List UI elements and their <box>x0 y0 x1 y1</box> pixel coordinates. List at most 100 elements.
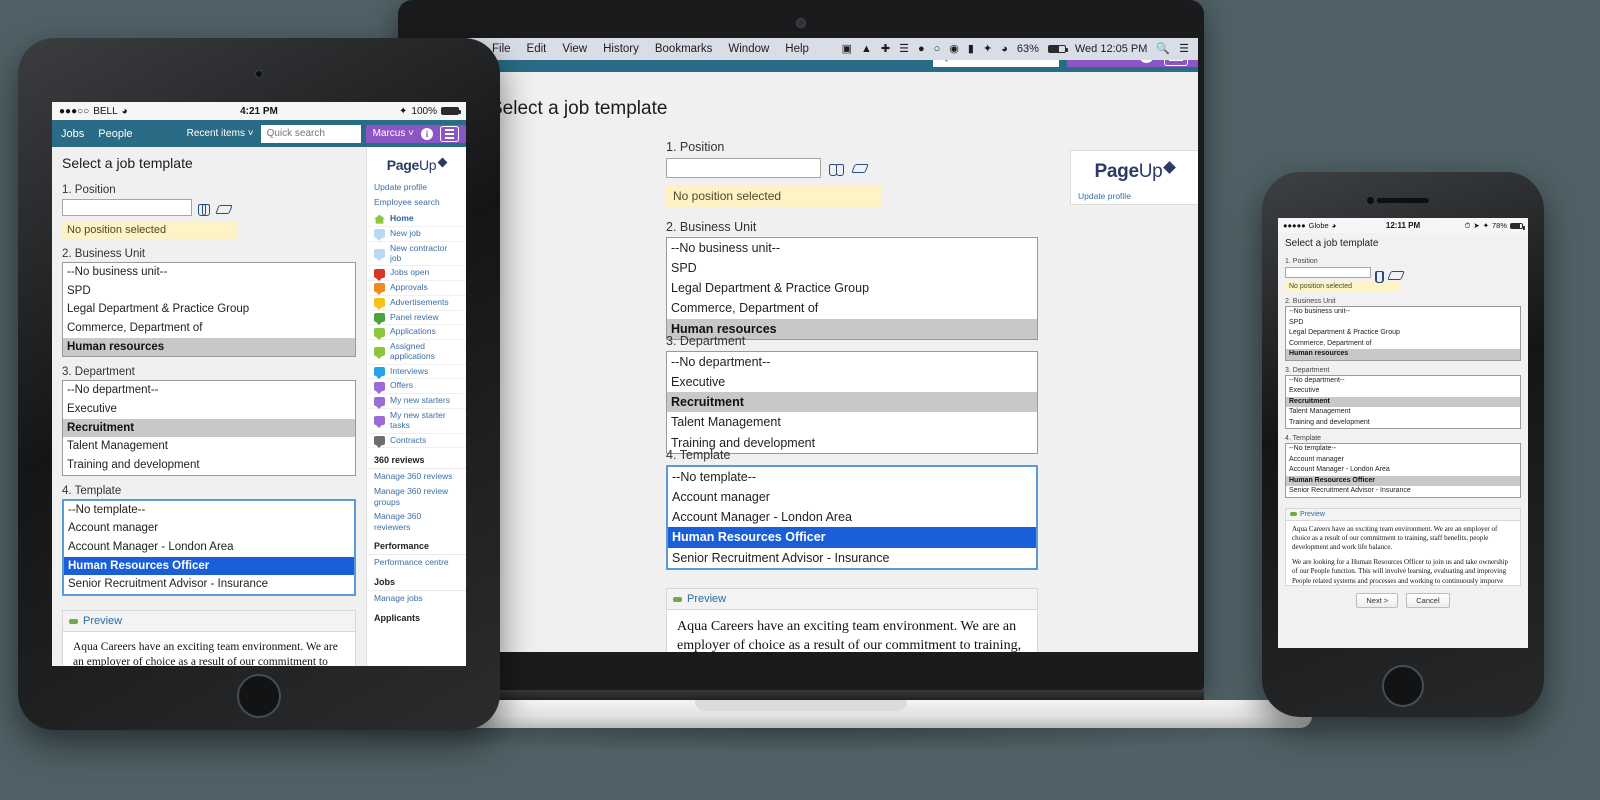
collapse-minus-icon[interactable] <box>673 596 682 602</box>
user-menu[interactable]: Marcus ˅ <box>373 128 414 139</box>
list-item[interactable]: Training and development <box>1286 418 1520 429</box>
timemachine-icon[interactable]: ○ <box>934 43 941 55</box>
sidebar-link-manage-jobs[interactable]: Manage jobs <box>367 591 466 606</box>
template-listbox[interactable]: --No template-- Account manager Account … <box>62 498 356 597</box>
list-item[interactable]: Senior Recruitment Advisor - Insurance <box>64 575 354 594</box>
search-icon[interactable]: 🔍 <box>1156 43 1170 55</box>
menu-window[interactable]: Window <box>728 43 769 55</box>
binoculars-search-icon[interactable] <box>829 162 844 176</box>
list-item[interactable]: Account Manager - London Area <box>668 507 1036 527</box>
list-item[interactable]: Account manager <box>1286 455 1520 466</box>
list-item-selected[interactable]: Recruitment <box>1286 396 1520 407</box>
list-item[interactable]: Legal Department & Practice Group <box>1286 328 1520 339</box>
list-item[interactable]: --No business unit-- <box>667 238 1037 258</box>
sidebar-item-new-contractor-job[interactable]: New contractor job <box>367 242 466 267</box>
business-unit-listbox[interactable]: --No business unit-- SPD Legal Departmen… <box>666 237 1038 340</box>
eraser-clear-icon[interactable] <box>216 203 227 213</box>
list-item[interactable]: Legal Department & Practice Group <box>667 278 1037 298</box>
list-item[interactable]: --No template-- <box>1286 444 1520 455</box>
preview-header[interactable]: Preview <box>1285 507 1521 520</box>
preview-header[interactable]: Preview <box>62 610 356 632</box>
collapse-minus-icon[interactable] <box>69 618 78 624</box>
list-item[interactable]: --No department-- <box>1286 376 1520 387</box>
list-item[interactable]: Account Manager - London Area <box>1286 465 1520 476</box>
list-item-selected[interactable]: Human Resources Officer <box>668 527 1036 548</box>
health-icon[interactable]: ✚ <box>881 43 890 55</box>
sidebar-item-applications[interactable]: Applications <box>367 325 466 341</box>
sync-icon[interactable]: ● <box>918 43 925 55</box>
bluetooth-icon[interactable]: ✦ <box>983 43 992 55</box>
list-item[interactable]: SPD <box>667 258 1037 278</box>
list-item[interactable]: Legal Department & Practice Group <box>63 300 355 319</box>
list-item[interactable]: SPD <box>1286 318 1520 329</box>
business-unit-listbox[interactable]: --No business unit-- SPD Legal Departmen… <box>62 262 356 358</box>
sidebar-item-assigned-applications[interactable]: Assigned applications <box>367 340 466 365</box>
list-item[interactable]: Senior Recruitment Advisor - Insurance <box>1286 486 1520 497</box>
sidebar-item-my-new-starters[interactable]: My new starters <box>367 394 466 409</box>
sidebar-item-advertisements[interactable]: Advertisements <box>367 296 466 311</box>
wifi-icon[interactable]: ◕ <box>1001 43 1008 55</box>
menu-history[interactable]: History <box>603 43 639 55</box>
list-item[interactable]: Commerce, Department of <box>1286 339 1520 350</box>
tablet-home-button[interactable] <box>237 674 281 718</box>
business-unit-listbox[interactable]: --No business unit-- SPD Legal Departmen… <box>1285 306 1521 361</box>
list-item[interactable]: --No business unit-- <box>1286 307 1520 318</box>
cancel-button[interactable]: Cancel <box>1406 592 1450 608</box>
nav-jobs[interactable]: Jobs <box>61 128 84 140</box>
list-item-selected[interactable]: Human resources <box>63 337 355 357</box>
binoculars-search-icon[interactable] <box>198 202 210 216</box>
notification-center-icon[interactable]: ☰ <box>1179 43 1189 55</box>
sidebar-item-new-job[interactable]: New job <box>367 227 466 242</box>
sidebar-link-performance-centre[interactable]: Performance centre <box>367 555 466 570</box>
list-item[interactable]: --No template-- <box>64 501 354 520</box>
position-input[interactable] <box>1285 267 1371 278</box>
next-button[interactable]: Next > <box>1356 592 1399 608</box>
sidebar-link-employee-search[interactable]: Employee search <box>367 195 466 210</box>
list-item-selected[interactable]: Human Resources Officer <box>64 556 354 576</box>
sidebar-item-jobs-open[interactable]: Jobs open <box>367 266 466 282</box>
list-item-selected[interactable]: Human resources <box>1286 349 1520 360</box>
template-listbox[interactable]: --No template-- Account manager Account … <box>666 465 1038 570</box>
menu-help[interactable]: Help <box>785 43 809 55</box>
list-item[interactable]: Training and development <box>63 456 355 475</box>
sidebar-item-offers[interactable]: Offers <box>367 379 466 395</box>
dropdown-icon[interactable]: ◉ <box>949 43 959 55</box>
list-item[interactable]: Senior Recruitment Advisor - Insurance <box>668 548 1036 568</box>
template-listbox[interactable]: --No template-- Account manager Account … <box>1285 443 1521 498</box>
menu-file[interactable]: File <box>492 43 511 55</box>
info-icon[interactable]: i <box>421 127 433 140</box>
sidebar-link-manage-360-review-groups[interactable]: Manage 360 review groups <box>367 484 466 509</box>
list-item-selected[interactable]: Human Resources Officer <box>1286 475 1520 486</box>
menu-edit[interactable]: Edit <box>527 43 547 55</box>
keyboard-icon[interactable]: ▮ <box>968 43 974 55</box>
sidebar-item-home[interactable]: Home <box>367 212 466 228</box>
list-item[interactable]: --No business unit-- <box>63 263 355 282</box>
sidebar-link-update-profile[interactable]: Update profile <box>1071 189 1198 204</box>
hamburger-menu-icon[interactable] <box>440 125 459 142</box>
list-item[interactable]: Talent Management <box>1286 407 1520 418</box>
collapse-minus-icon[interactable] <box>1290 512 1297 516</box>
position-input[interactable] <box>666 158 821 178</box>
list-item[interactable]: Executive <box>63 400 355 419</box>
dropbox-icon[interactable]: ▣ <box>842 43 852 55</box>
menu-view[interactable]: View <box>562 43 587 55</box>
menubar-clock[interactable]: Wed 12:05 PM <box>1075 43 1148 55</box>
list-item[interactable]: Account Manager - London Area <box>64 538 354 557</box>
list-item-selected[interactable]: Recruitment <box>63 418 355 438</box>
list-item[interactable]: --No department-- <box>63 381 355 400</box>
department-listbox[interactable]: --No department-- Executive Recruitment … <box>666 351 1038 454</box>
sidebar-link-manage-360-reviews[interactable]: Manage 360 reviews <box>367 469 466 484</box>
list-item[interactable]: Executive <box>1286 386 1520 397</box>
sidebar-link-update-profile[interactable]: Update profile <box>367 180 466 195</box>
sidebar-item-contracts[interactable]: Contracts <box>367 434 466 449</box>
list-item[interactable]: --No template-- <box>668 467 1036 487</box>
airplay-icon[interactable]: ☰ <box>899 43 909 55</box>
recent-items-dropdown[interactable]: Recent items ˅ <box>180 128 261 139</box>
list-item[interactable]: Commerce, Department of <box>667 298 1037 318</box>
department-listbox[interactable]: --No department-- Executive Recruitment … <box>1285 374 1521 429</box>
quick-search-input[interactable] <box>260 124 361 143</box>
sidebar-item-approvals[interactable]: Approvals <box>367 281 466 296</box>
list-item[interactable]: Account manager <box>64 519 354 538</box>
preview-header[interactable]: Preview <box>666 588 1038 609</box>
position-input[interactable] <box>62 199 192 216</box>
